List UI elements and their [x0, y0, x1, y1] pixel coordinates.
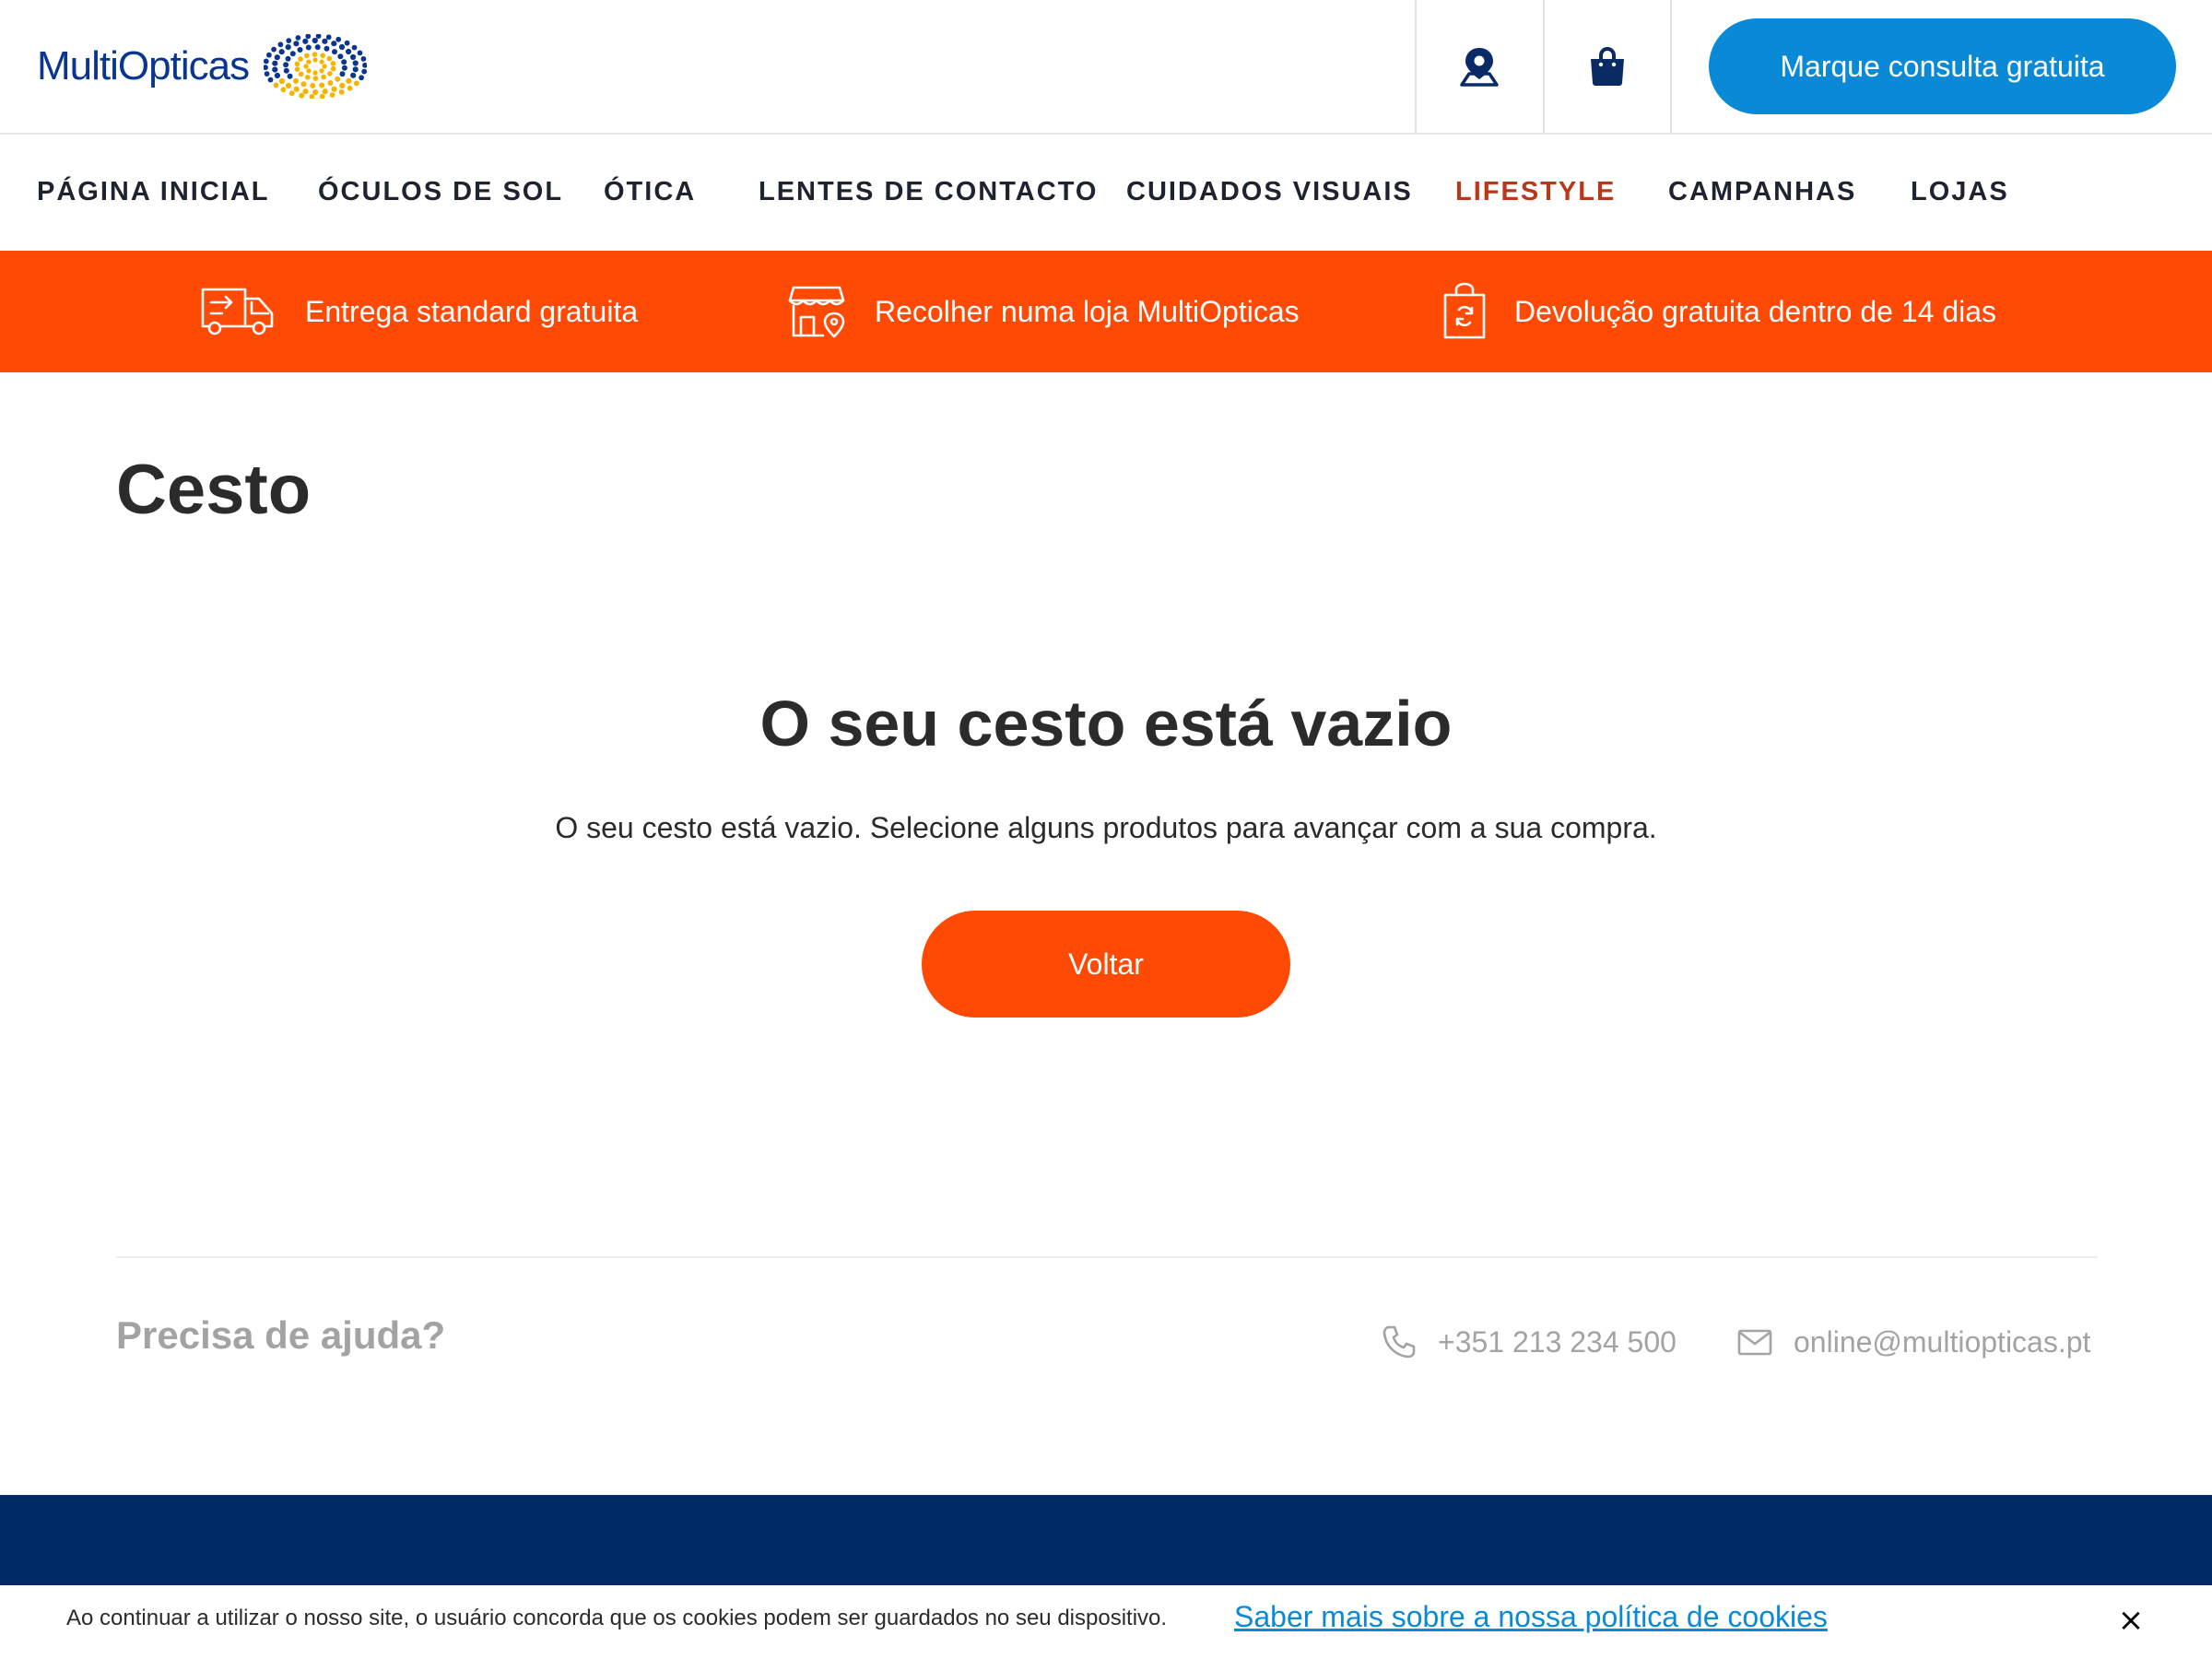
store-pickup-icon	[788, 286, 845, 338]
back-button[interactable]: Voltar	[922, 911, 1290, 1018]
cookie-text: Ao continuar a utilizar o nosso site, o …	[66, 1606, 1168, 1630]
nav-item-lentes-de-contacto[interactable]: LENTES DE CONTACTO	[759, 177, 1098, 207]
benefit-store-pickup: Recolher numa loja MultiOpticas	[788, 278, 1300, 345]
mail-icon	[1737, 1329, 1772, 1356]
cart-button[interactable]	[1543, 0, 1670, 133]
eye-logo-icon	[264, 34, 368, 99]
close-icon[interactable]: ×	[2116, 1602, 2146, 1639]
email-contact[interactable]: online@multiopticas.pt	[1736, 1320, 2090, 1364]
cookie-banner: Ao continuar a utilizar o nosso site, o …	[0, 1585, 2212, 1659]
site-header: MultiOpticas Marque consulta gratuita	[0, 0, 2212, 135]
return-bag-icon	[1443, 282, 1486, 339]
empty-cart-description: O seu cesto está vazio. Selecione alguns…	[555, 811, 1657, 844]
section-divider	[116, 1256, 2098, 1258]
nav-item-campanhas[interactable]: CAMPANHAS	[1668, 177, 1856, 207]
benefit-label: Recolher numa loja MultiOpticas	[875, 294, 1300, 328]
phone-contact[interactable]: +351 213 234 500	[1381, 1320, 1677, 1364]
location-pin-icon	[1460, 48, 1499, 87]
shopping-bag-icon	[1591, 47, 1624, 86]
benefit-label: Entrega standard gratuita	[305, 294, 639, 328]
benefits-bar: Entrega standard gratuita Recolher numa …	[0, 251, 2212, 372]
delivery-truck-icon	[201, 288, 274, 335]
benefit-label: Devolução gratuita dentro de 14 dias	[1514, 294, 1997, 328]
main-nav: PÁGINA INICIAL ÓCULOS DE SOL ÓTICA LENTE…	[0, 135, 2212, 251]
benefit-free-delivery: Entrega standard gratuita	[200, 278, 638, 345]
page-title: Cesto	[116, 451, 312, 529]
phone-number: +351 213 234 500	[1438, 1324, 1677, 1359]
benefit-free-returns: Devolução gratuita dentro de 14 dias	[1442, 278, 1996, 345]
empty-cart-title: O seu cesto está vazio	[759, 688, 1453, 759]
book-consultation-button[interactable]: Marque consulta gratuita	[1709, 18, 2176, 114]
nav-item-lojas[interactable]: LOJAS	[1911, 177, 2009, 207]
nav-item-lifestyle[interactable]: LIFESTYLE	[1455, 177, 1616, 207]
cookie-policy-link[interactable]: Saber mais sobre a nossa política de coo…	[1234, 1600, 1828, 1634]
phone-icon	[1382, 1325, 1416, 1359]
nav-item-cuidados-visuais[interactable]: CUIDADOS VISUAIS	[1126, 177, 1413, 207]
email-address: online@multiopticas.pt	[1794, 1324, 2091, 1359]
nav-item-pagina-inicial[interactable]: PÁGINA INICIAL	[37, 177, 269, 207]
help-title: Precisa de ajuda?	[116, 1313, 446, 1357]
header-divider	[1670, 0, 1672, 133]
logo-text: MultiOpticas	[37, 43, 250, 88]
nav-item-oculos-de-sol[interactable]: ÓCULOS DE SOL	[318, 177, 563, 207]
store-locator-button[interactable]	[1415, 0, 1542, 133]
multiopticas-logo[interactable]: MultiOpticas	[37, 33, 368, 100]
nav-item-otica[interactable]: ÓTICA	[604, 177, 696, 207]
